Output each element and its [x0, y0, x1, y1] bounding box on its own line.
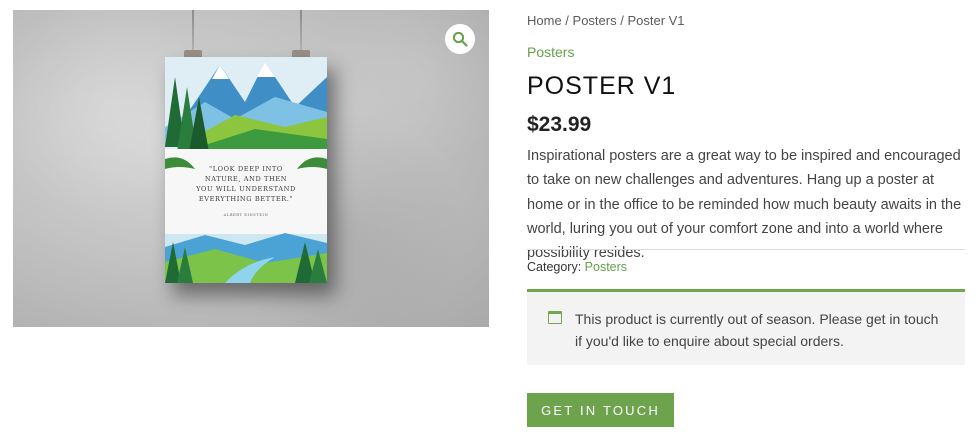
get-in-touch-button[interactable]: GET IN TOUCH [527, 393, 674, 427]
poster-quote-line: NATURE, AND THEN [204, 175, 288, 183]
product-image-gallery[interactable]: "LOOK DEEP INTO NATURE, AND THEN YOU WIL… [13, 10, 489, 327]
product-description: Inspirational posters are a great way to… [527, 148, 962, 262]
poster-artwork: "LOOK DEEP INTO NATURE, AND THEN YOU WIL… [165, 57, 327, 283]
hanging-string [300, 10, 302, 55]
product-category-link[interactable]: Posters [527, 44, 574, 60]
out-of-season-notice: This product is currently out of season.… [527, 289, 965, 365]
category-value-link[interactable]: Posters [585, 260, 627, 274]
calendar-icon [548, 311, 562, 324]
poster-quote: "LOOK DEEP INTO NATURE, AND THEN YOU WIL… [165, 164, 327, 204]
poster-quote-line: "LOOK DEEP INTO [209, 165, 283, 173]
notice-text: This product is currently out of season.… [575, 311, 939, 349]
breadcrumb: Home / Posters / Poster V1 [527, 13, 685, 28]
zoom-button[interactable] [445, 24, 475, 54]
category-label: Category: [527, 260, 585, 274]
hanging-string [192, 10, 194, 55]
poster-author: ALBERT EINSTEIN [223, 213, 269, 217]
poster-quote-line: EVERYTHING BETTER." [198, 195, 294, 203]
product-title: POSTER V1 [527, 72, 677, 100]
poster-image: "LOOK DEEP INTO NATURE, AND THEN YOU WIL… [165, 10, 327, 285]
breadcrumb-separator: / [561, 13, 573, 28]
product-price: $23.99 [527, 113, 592, 136]
magnifier-icon [452, 31, 468, 47]
breadcrumb-posters-link[interactable]: Posters [573, 13, 617, 28]
breadcrumb-current: Poster V1 [627, 13, 685, 28]
breadcrumb-separator: / [616, 13, 628, 28]
divider [527, 249, 965, 250]
breadcrumb-home-link[interactable]: Home [527, 13, 562, 28]
poster-quote-line: YOU WILL UNDERSTAND [196, 185, 296, 193]
product-meta-category: Category: Posters [527, 260, 627, 274]
